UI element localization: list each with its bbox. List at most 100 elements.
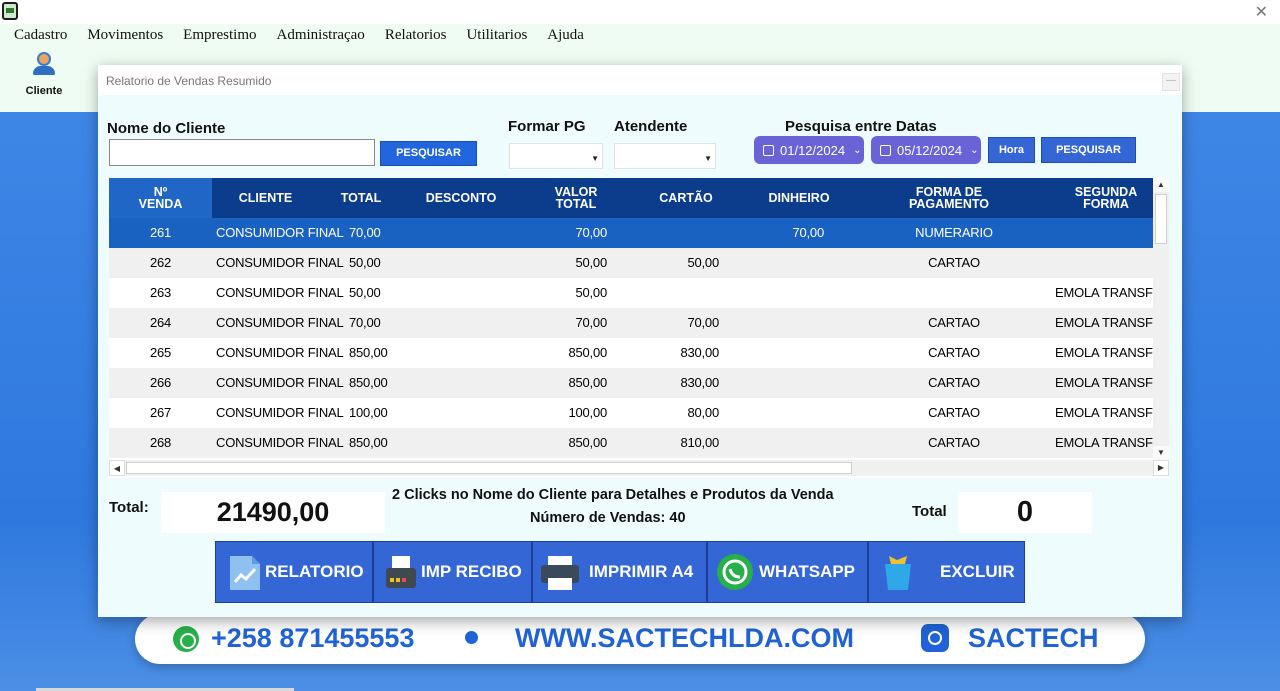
hora-button[interactable]: Hora: [988, 137, 1035, 163]
banner-brand: SACTECH: [968, 623, 1099, 653]
nome-cliente-input[interactable]: [109, 139, 375, 166]
table-row[interactable]: 265 CONSUMIDOR FINAL 850,00 850,00 830,00 CAR…: [109, 338, 1153, 368]
table-viewport: Nº VENDA CLIENTE TOTAL DESCONTO VALOR TOTAL C…: [109, 178, 1153, 460]
scroll-right-icon[interactable]: ▶: [1153, 460, 1169, 476]
cell-dinheiro: [749, 338, 824, 368]
th-venda[interactable]: Nº VENDA: [109, 178, 212, 218]
whatsapp-icon: [173, 626, 199, 652]
horizontal-scrollbar[interactable]: ◀: [109, 460, 1153, 476]
table-row[interactable]: 263 CONSUMIDOR FINAL 50,00 50,00 EMOLA TRANS…: [109, 278, 1153, 308]
cell-cliente: CONSUMIDOR FINAL: [216, 375, 344, 390]
relatorio-button[interactable]: RELATORIO: [215, 541, 373, 603]
menu-cadastro[interactable]: Cadastro: [14, 27, 67, 44]
cell-forma-pagamento: CARTAO: [928, 435, 980, 450]
printer-icon: [541, 556, 579, 590]
table-row[interactable]: 268 CONSUMIDOR FINAL 850,00 850,00 810,00 CAR…: [109, 428, 1153, 458]
cell-forma-pagamento: CARTAO: [928, 345, 980, 360]
minimize-icon[interactable]: —: [1162, 73, 1180, 91]
th-cliente[interactable]: CLIENTE: [212, 178, 319, 218]
cell-desconto: [409, 428, 509, 458]
menu-utilitarios[interactable]: Utilitarios: [466, 27, 527, 44]
menu-movimentos[interactable]: Movimentos: [87, 27, 163, 44]
cell-segunda-forma: EMOLA TRANSFERE: [1055, 345, 1153, 360]
th-cartao[interactable]: CARTÃO: [633, 178, 739, 218]
toolbar-cliente-button[interactable]: Cliente: [14, 50, 74, 106]
cell-desconto: [409, 308, 509, 338]
person-icon: [14, 52, 74, 75]
whatsapp-icon: [717, 554, 753, 590]
menu-emprestimo[interactable]: Emprestimo: [183, 27, 256, 44]
table-row[interactable]: 266 CONSUMIDOR FINAL 850,00 850,00 830,00 CAR…: [109, 368, 1153, 398]
nome-cliente-label: Nome do Cliente: [107, 120, 226, 137]
cell-valor-total: 100,00: [568, 405, 607, 420]
date-to-picker[interactable]: 05/12/2024 ⌄: [871, 136, 981, 164]
cell-venda: 265: [149, 345, 172, 360]
th-forma-pagamento[interactable]: FORMA DE PAGAMENTO: [859, 178, 1039, 218]
th-segunda-forma[interactable]: SEGUNDA FORMA: [1039, 178, 1153, 218]
th-desconto[interactable]: DESCONTO: [403, 178, 519, 218]
cell-segunda-forma: EMOLA TRANSFERE: [1055, 405, 1153, 420]
table-row[interactable]: 267 CONSUMIDOR FINAL 100,00 100,00 80,00 CART…: [109, 398, 1153, 428]
cell-forma-pagamento: CARTAO: [928, 375, 980, 390]
trash-icon: [885, 556, 911, 590]
whatsapp-button[interactable]: WHATSAPP: [707, 541, 868, 603]
cell-segunda-forma: EMOLA TRANSFERE: [1055, 435, 1153, 450]
table-row[interactable]: 261 CONSUMIDOR FINAL 70,00 70,00 70,00 NUMERA…: [109, 218, 1153, 248]
chevron-down-icon: ⌄: [853, 144, 862, 156]
cell-desconto: [409, 398, 509, 428]
th-valor-total[interactable]: VALOR TOTAL: [519, 178, 633, 218]
formar-pg-select[interactable]: ▼: [509, 143, 603, 169]
cell-desconto: [409, 338, 509, 368]
cell-cartao: 830,00: [680, 375, 719, 390]
cell-desconto: [409, 278, 509, 308]
cell-valor-total: 850,00: [568, 375, 607, 390]
pesquisar-cliente-button[interactable]: PESQUISAR: [380, 141, 477, 166]
vertical-scroll-thumb[interactable]: [1155, 194, 1167, 244]
horizontal-scroll-thumb[interactable]: [126, 462, 852, 474]
instagram-icon: [921, 624, 949, 652]
scroll-down-icon[interactable]: ▼: [1153, 446, 1169, 460]
cell-cartao: 80,00: [687, 405, 719, 420]
th-total[interactable]: TOTAL: [319, 178, 403, 218]
cell-segunda-forma: EMOLA TRANSFERE: [1055, 375, 1153, 390]
table-row[interactable]: 262 CONSUMIDOR FINAL 50,00 50,00 50,00 CARTAO: [109, 248, 1153, 278]
th-dinheiro[interactable]: DINHEIRO: [739, 178, 859, 218]
atendente-select[interactable]: ▼: [614, 143, 716, 169]
table-header: Nº VENDA CLIENTE TOTAL DESCONTO VALOR TOTAL C…: [109, 178, 1153, 218]
excluir-button[interactable]: EXCLUIR: [868, 541, 1025, 603]
imp-recibo-label: IMP RECIBO: [421, 562, 522, 581]
cell-dinheiro: [749, 398, 824, 428]
vertical-scrollbar[interactable]: ▲ ▼: [1153, 178, 1169, 460]
cell-cartao: 50,00: [687, 255, 719, 270]
toolbar-cliente-label: Cliente: [25, 85, 63, 97]
date-from-picker[interactable]: 01/12/2024 ⌄: [754, 136, 864, 164]
cell-cliente: CONSUMIDOR FINAL: [216, 435, 344, 450]
table-row[interactable]: 264 CONSUMIDOR FINAL 70,00 70,00 70,00 CARTAO…: [109, 308, 1153, 338]
cell-forma-pagamento: NUMERARIO: [915, 225, 993, 240]
cell-valor-total: 850,00: [568, 435, 607, 450]
cell-forma-pagamento: CARTAO: [928, 255, 980, 270]
imprimir-a4-button[interactable]: IMPRIMIR A4: [532, 541, 707, 603]
total-label: Total:: [109, 499, 149, 516]
scroll-up-icon[interactable]: ▲: [1153, 178, 1169, 192]
scroll-left-icon[interactable]: ◀: [109, 460, 125, 476]
relatorio-label: RELATORIO: [265, 562, 364, 581]
imp-recibo-button[interactable]: IMP RECIBO: [373, 541, 532, 603]
cell-dinheiro: [749, 308, 824, 338]
menu-relatorios[interactable]: Relatorios: [385, 27, 447, 44]
chevron-down-icon: ▼: [704, 154, 712, 163]
cell-desconto: [409, 218, 509, 248]
cell-dinheiro: [749, 278, 824, 308]
pesquisa-datas-label: Pesquisa entre Datas: [785, 118, 937, 135]
cell-cliente: CONSUMIDOR FINAL: [216, 255, 344, 270]
cell-forma-pagamento: CARTAO: [928, 405, 980, 420]
pesquisar-datas-button[interactable]: PESQUISAR: [1041, 137, 1136, 163]
menu-administracao[interactable]: Administraçao: [277, 27, 365, 44]
cell-cliente: CONSUMIDOR FINAL: [216, 345, 344, 360]
menu-bar: Cadastro Movimentos Emprestimo Administr…: [0, 24, 1280, 46]
cell-valor-total: 70,00: [575, 315, 607, 330]
close-icon[interactable]: ✕: [1255, 2, 1268, 21]
menu-ajuda[interactable]: Ajuda: [547, 27, 584, 44]
chart-doc-icon: [230, 556, 260, 590]
cell-venda: 268: [149, 435, 172, 450]
